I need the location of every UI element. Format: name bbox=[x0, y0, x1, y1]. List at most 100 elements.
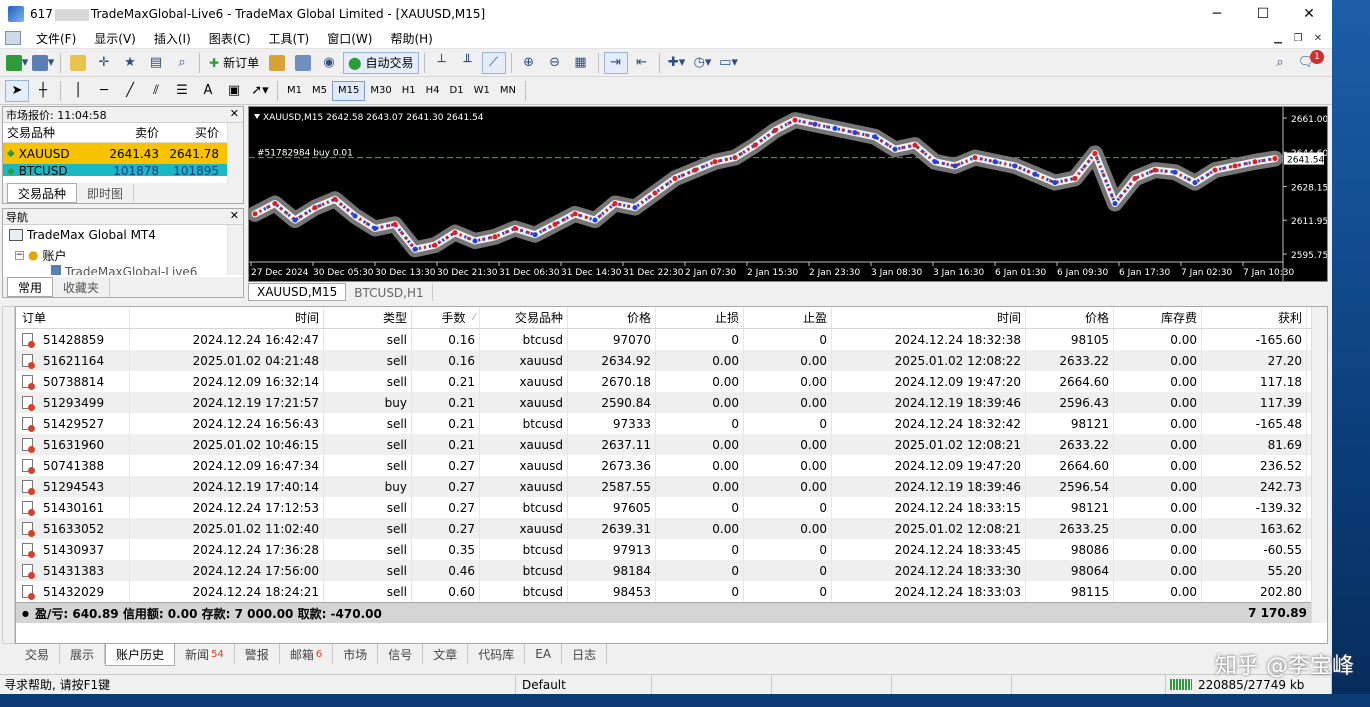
menu-insert[interactable]: 插入(I) bbox=[145, 30, 200, 47]
header-close-price[interactable]: 价格 bbox=[1026, 307, 1114, 328]
terminal-tab[interactable]: 文章 bbox=[423, 644, 469, 664]
text-tool-icon[interactable]: A bbox=[196, 80, 220, 102]
new-chart-icon[interactable]: ▾ bbox=[5, 52, 29, 74]
chart-shift-icon[interactable]: ⇤ bbox=[630, 52, 654, 74]
mdi-close-icon[interactable]: ✕ bbox=[1310, 31, 1326, 45]
header-profit[interactable]: 获利 bbox=[1202, 307, 1307, 328]
chart-tab-xauusd[interactable]: XAUUSD,M15 bbox=[248, 283, 347, 301]
terminal-tab[interactable]: 交易 bbox=[15, 644, 61, 664]
notifications-icon[interactable]: 🗨 1 bbox=[1294, 49, 1324, 74]
table-row[interactable]: 51431383 2024.12.24 17:56:00 sell 0.46 btcus… bbox=[16, 560, 1327, 581]
line-chart-icon[interactable]: ⟋ bbox=[481, 51, 506, 74]
table-row[interactable]: 51428859 2024.12.24 16:42:47 sell 0.16 btcus… bbox=[16, 329, 1327, 350]
search-icon[interactable]: ⌕ bbox=[1268, 52, 1292, 74]
chart-window[interactable]: 2661.002644.602628.152611.952595.7527 De… bbox=[247, 106, 1328, 282]
new-order-button[interactable]: ✚ 新订单 bbox=[205, 52, 263, 74]
header-stop-loss[interactable]: 止损 bbox=[656, 307, 744, 328]
table-row[interactable]: 51429527 2024.12.24 16:56:43 sell 0.21 btcus… bbox=[16, 413, 1327, 434]
menu-window[interactable]: 窗口(W) bbox=[318, 30, 381, 47]
timeframe-h1[interactable]: H1 bbox=[397, 81, 421, 101]
indicators-icon[interactable]: ✚▾ bbox=[665, 52, 689, 74]
terminal-tab[interactable]: 新闻 54 bbox=[175, 644, 235, 664]
header-open-time[interactable]: 时间 bbox=[130, 307, 324, 328]
market-watch-icon[interactable] bbox=[66, 52, 90, 74]
terminal-tab[interactable]: 警报 bbox=[235, 644, 280, 664]
table-row[interactable]: 51432029 2024.12.24 18:24:21 sell 0.60 btcus… bbox=[16, 581, 1327, 602]
header-take-profit[interactable]: 止盈 bbox=[744, 307, 832, 328]
table-row[interactable]: 51621164 2025.01.02 04:21:48 sell 0.16 xauus… bbox=[16, 350, 1327, 371]
auto-trading-button[interactable]: ⬤ 自动交易 bbox=[343, 51, 419, 74]
terminal-tab[interactable]: 账户历史 bbox=[105, 644, 176, 666]
terminal-icon[interactable]: ▤ bbox=[144, 52, 168, 74]
timeframe-m30[interactable]: M30 bbox=[365, 81, 396, 101]
header-type[interactable]: 类型 bbox=[324, 307, 412, 328]
timeframe-mn[interactable]: MN bbox=[495, 81, 521, 101]
menu-help[interactable]: 帮助(H) bbox=[381, 30, 441, 47]
header-lots[interactable]: 手数 ⁄ bbox=[412, 307, 480, 328]
close-icon[interactable]: ✕ bbox=[230, 107, 239, 120]
tab-symbols[interactable]: 交易品种 bbox=[7, 183, 78, 203]
periods-icon[interactable]: ◷▾ bbox=[691, 52, 715, 74]
timeframe-d1[interactable]: D1 bbox=[445, 81, 469, 101]
maximize-button[interactable]: ☐ bbox=[1240, 0, 1286, 28]
table-row[interactable]: 51633052 2025.01.02 11:02:40 sell 0.27 xauus… bbox=[16, 518, 1327, 539]
terminal-tab[interactable]: EA bbox=[525, 644, 563, 664]
market-watch-scrollbar[interactable] bbox=[227, 123, 243, 183]
header-bid[interactable]: 卖价 bbox=[101, 124, 163, 141]
nav-account-item[interactable]: TradeMaxGlobal-Live6 bbox=[3, 265, 243, 275]
terminal-side-handle[interactable] bbox=[2, 306, 15, 644]
table-row[interactable]: 50738814 2024.12.09 16:32:14 sell 0.21 xauus… bbox=[16, 371, 1327, 392]
menu-view[interactable]: 显示(V) bbox=[85, 30, 145, 47]
text-label-icon[interactable]: ▣ bbox=[222, 80, 246, 102]
strategy-tester-icon[interactable]: ⌕ bbox=[170, 52, 194, 74]
terminal-tab[interactable]: 市场 bbox=[333, 644, 379, 664]
expand-icon[interactable]: − bbox=[15, 250, 24, 260]
market-row-xauusd[interactable]: ◆ XAUUSD 2641.43 2641.78 bbox=[3, 143, 243, 164]
menu-tools[interactable]: 工具(T) bbox=[260, 30, 319, 47]
tab-common[interactable]: 常用 bbox=[7, 277, 54, 297]
chart-tab-btcusd[interactable]: BTCUSD,H1 bbox=[346, 284, 433, 301]
vertical-line-icon[interactable]: │ bbox=[66, 80, 90, 102]
timeframe-m1[interactable]: M1 bbox=[282, 81, 307, 101]
minimize-button[interactable]: ─ bbox=[1194, 0, 1240, 28]
close-button[interactable]: ✕ bbox=[1286, 0, 1332, 28]
header-order[interactable]: 订单 bbox=[16, 307, 130, 328]
cursor-icon[interactable]: ➤ bbox=[5, 79, 29, 102]
data-window-icon[interactable]: ✛ bbox=[92, 52, 116, 74]
header-symbol[interactable]: 交易品种 bbox=[480, 307, 568, 328]
header-open-price[interactable]: 价格 bbox=[568, 307, 656, 328]
metaeditor-icon[interactable] bbox=[265, 52, 289, 74]
price-chart[interactable]: 2661.002644.602628.152611.952595.7527 De… bbox=[247, 107, 1328, 281]
bar-chart-icon[interactable]: ┴ bbox=[430, 52, 454, 74]
menu-charts[interactable]: 图表(C) bbox=[200, 30, 260, 47]
table-row[interactable]: 51430937 2024.12.24 17:36:28 sell 0.35 btcus… bbox=[16, 539, 1327, 560]
table-row[interactable]: 51294543 2024.12.19 17:40:14 buy 0.27 xauusd… bbox=[16, 476, 1327, 497]
horizontal-line-icon[interactable]: ─ bbox=[92, 80, 116, 102]
market-row-btcusd[interactable]: ◆ BTCUSD 101878 101895 bbox=[3, 164, 243, 176]
header-swap[interactable]: 库存费 bbox=[1114, 307, 1202, 328]
auto-scroll-icon[interactable]: ⇥ bbox=[603, 51, 628, 74]
table-row[interactable]: 50741388 2024.12.09 16:47:34 sell 0.27 xauus… bbox=[16, 455, 1327, 476]
close-icon[interactable]: ✕ bbox=[230, 209, 239, 222]
header-ask[interactable]: 买价 bbox=[163, 124, 223, 141]
menu-file[interactable]: 文件(F) bbox=[27, 30, 85, 47]
mdi-restore-icon[interactable]: ❐ bbox=[1290, 31, 1306, 45]
profiles-icon[interactable]: ▾ bbox=[31, 52, 55, 74]
timeframe-m15[interactable]: M15 bbox=[332, 80, 366, 101]
navigator-icon[interactable]: ★ bbox=[118, 52, 142, 74]
tab-tick-chart[interactable]: 即时图 bbox=[77, 184, 135, 203]
nav-root[interactable]: TradeMax Global MT4 bbox=[3, 225, 243, 245]
header-symbol[interactable]: 交易品种 bbox=[3, 124, 101, 141]
terminal-tab[interactable]: 信号 bbox=[378, 644, 424, 664]
timeframe-w1[interactable]: W1 bbox=[469, 81, 495, 101]
arrows-icon[interactable]: ➚▾ bbox=[248, 80, 272, 102]
mdi-minimize-icon[interactable]: ▁ bbox=[1270, 31, 1286, 45]
navigator-scrollbar[interactable] bbox=[227, 225, 243, 275]
candlestick-icon[interactable]: ╨ bbox=[456, 52, 480, 74]
table-row[interactable]: 51293499 2024.12.19 17:21:57 buy 0.21 xauusd… bbox=[16, 392, 1327, 413]
templates-icon[interactable]: ▭▾ bbox=[717, 52, 741, 74]
fibonacci-icon[interactable]: ☰ bbox=[170, 80, 194, 102]
terminal-tab[interactable]: 代码库 bbox=[468, 644, 526, 664]
timeframe-m5[interactable]: M5 bbox=[307, 81, 332, 101]
channel-icon[interactable]: ⫽ bbox=[144, 80, 168, 102]
